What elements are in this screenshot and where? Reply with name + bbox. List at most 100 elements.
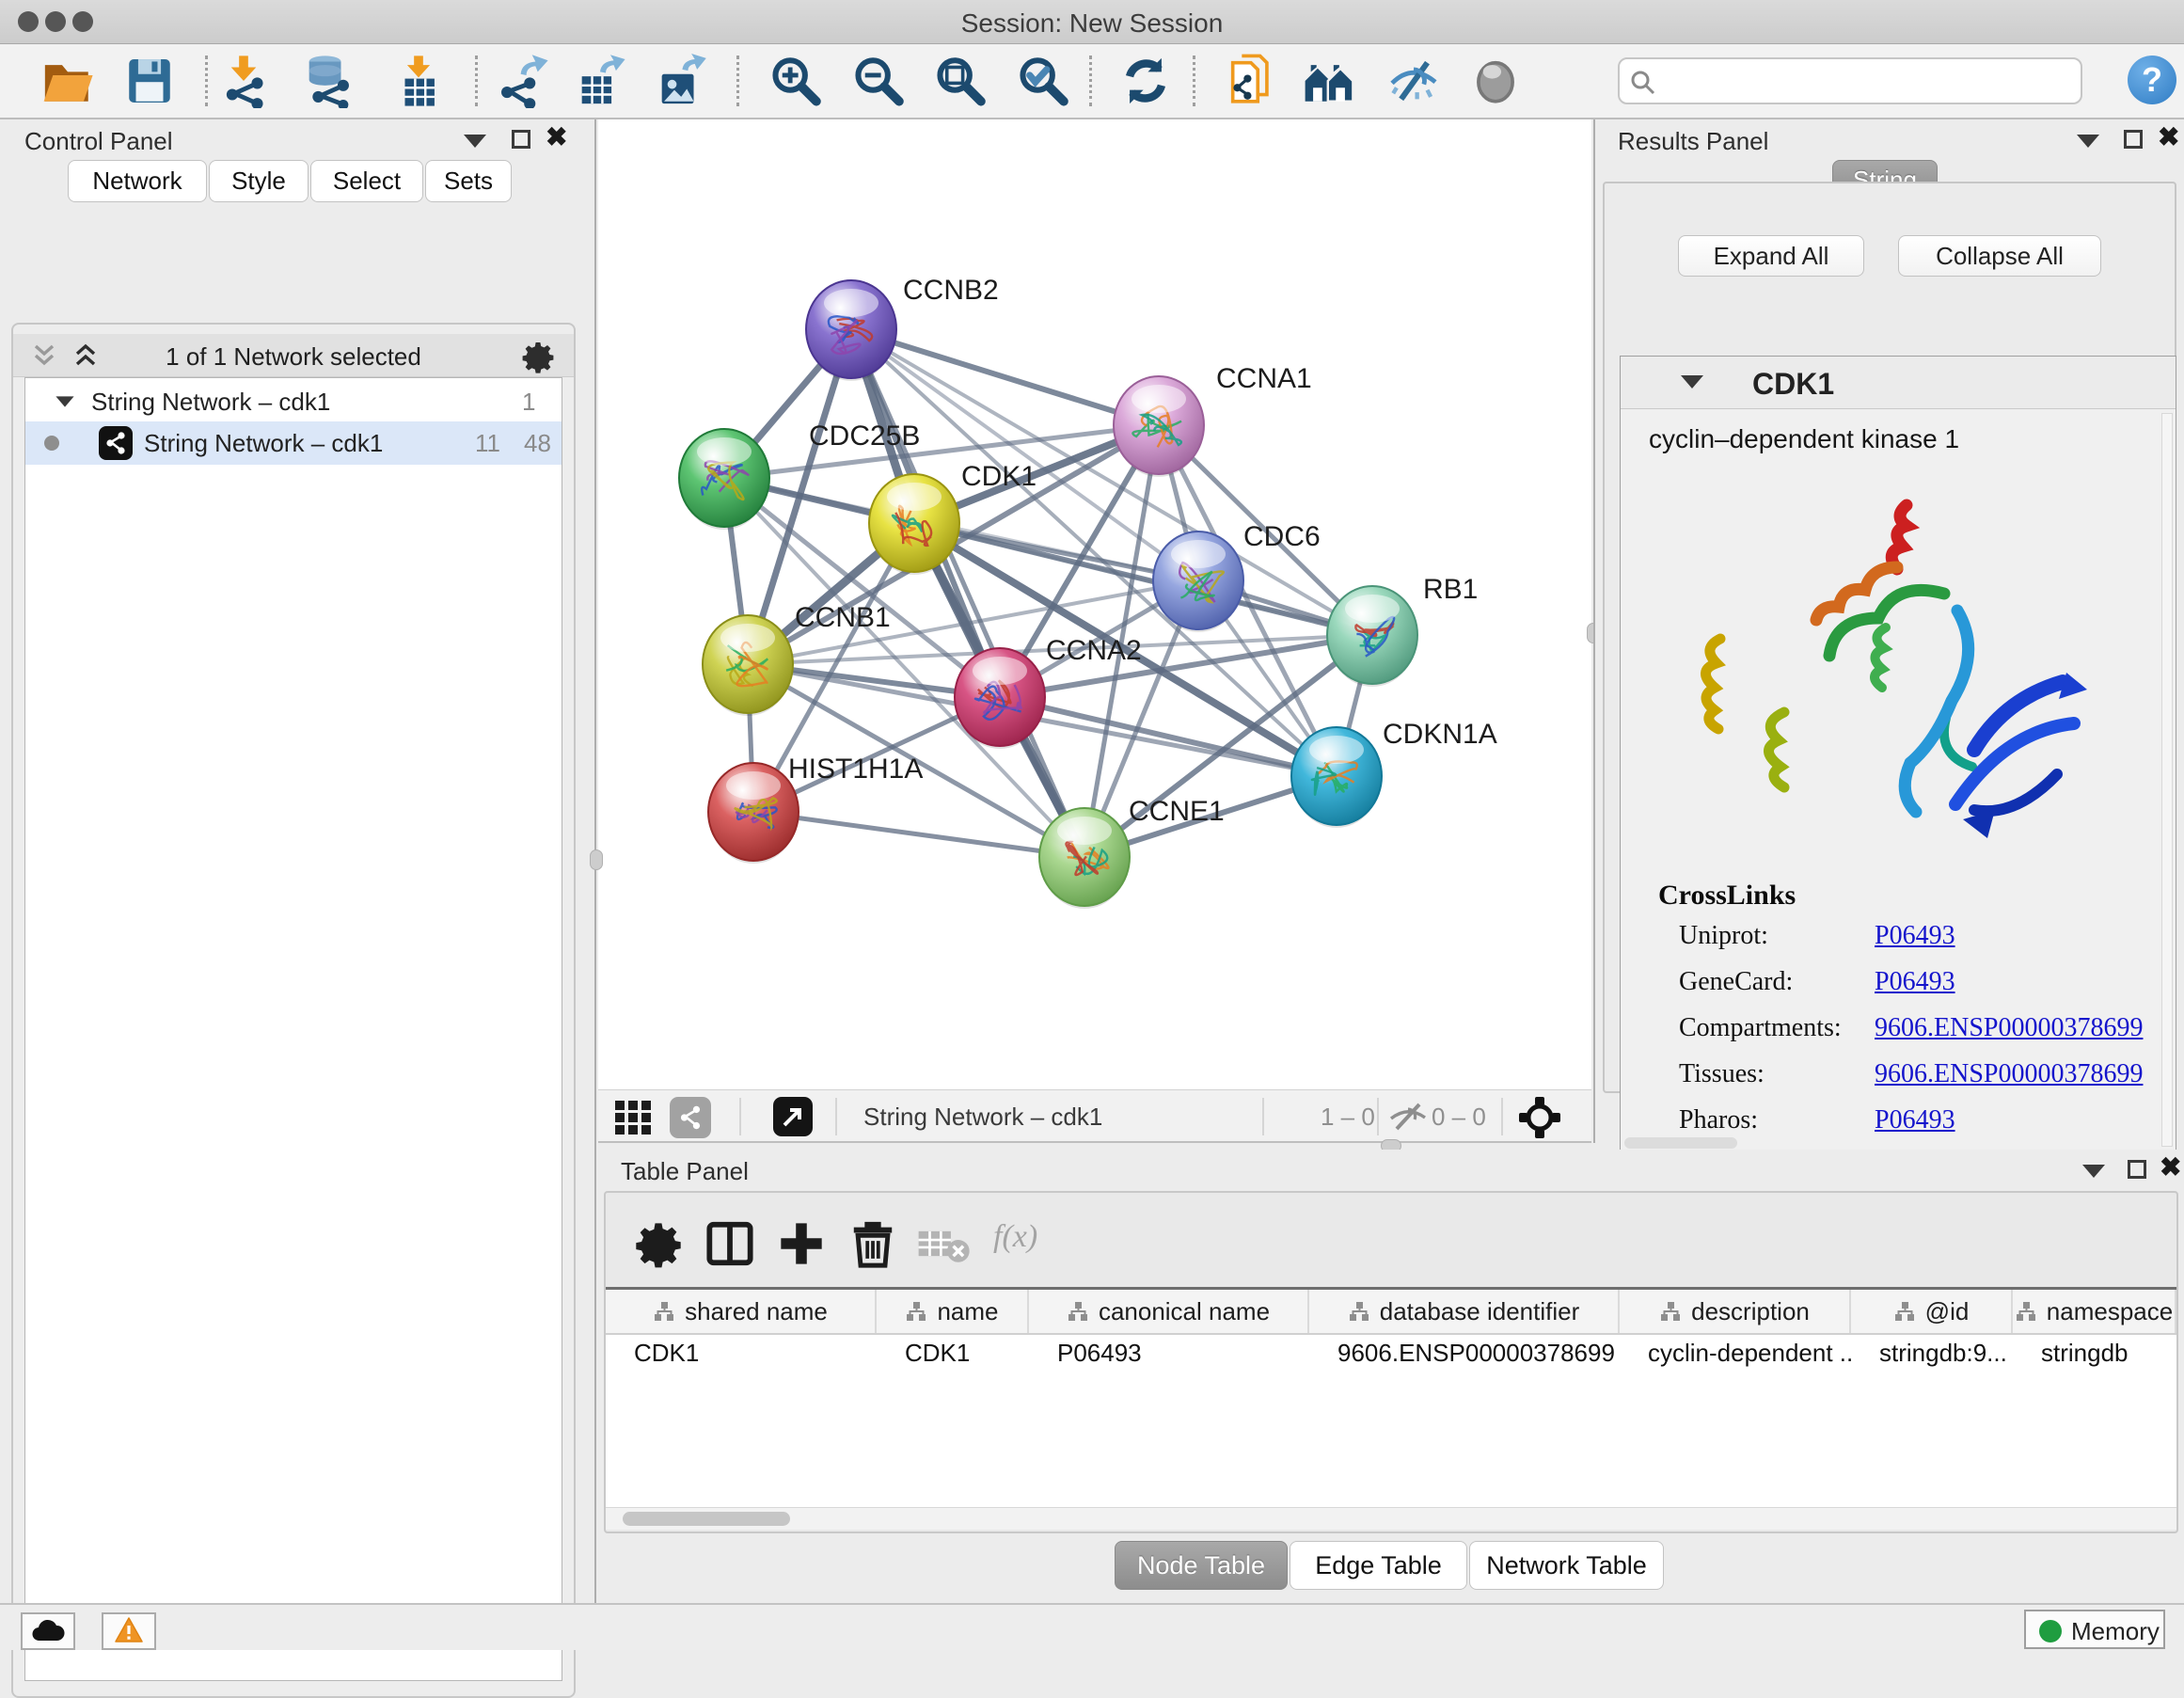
delete-column-icon[interactable] [848,1219,897,1268]
network-view-toolbar: String Network – cdk1 1 – 0 0 – 0 [598,1089,1591,1143]
string-home-icon[interactable] [1302,54,1356,108]
table-cell[interactable]: cyclin-dependent ... [1620,1335,1851,1371]
memory-button[interactable]: Memory [2024,1610,2165,1649]
show-graphics-details-icon[interactable] [1468,54,1523,108]
crosslink-link[interactable]: 9606.ENSP00000378699 [1875,1013,2143,1043]
network-node-cdkn1a[interactable] [1291,727,1382,828]
birdseye-navigator-icon[interactable] [1518,1096,1561,1139]
crosslink-link[interactable]: 9606.ENSP00000378699 [1875,1059,2143,1089]
network-node-hist1h1a[interactable] [708,763,799,864]
table-cell[interactable]: 9606.ENSP00000378699 [1309,1335,1620,1371]
crosslink-row: Uniprot:P06493 [1679,921,2149,951]
results-horizontal-scrollbar[interactable] [1624,1137,1737,1149]
table-scrollbar-thumb[interactable] [623,1512,790,1526]
section-expander-icon[interactable] [1681,375,1703,389]
crosslink-row: Pharos:P06493 [1679,1105,2149,1135]
panel-menu-icon[interactable] [2082,1165,2105,1178]
column-header-name[interactable]: name [877,1290,1029,1333]
create-column-icon[interactable] [777,1219,826,1268]
import-network-icon[interactable] [216,54,271,108]
network-node-cdk1[interactable] [869,474,959,575]
zoom-out-icon[interactable] [850,54,905,108]
tab-sets[interactable]: Sets [425,160,512,202]
crosslink-link[interactable]: P06493 [1875,921,1955,951]
network-node-ccne1[interactable] [1039,808,1130,909]
table-cell[interactable]: CDK1 [606,1335,877,1371]
zoom-in-icon[interactable] [768,54,822,108]
panel-close-icon[interactable]: ✖ [2160,1157,2181,1178]
network-node-cdc25b[interactable] [679,429,769,530]
export-network-icon[interactable] [496,54,550,108]
network-options-gear-icon[interactable] [521,340,555,373]
footer-separator [739,1098,741,1135]
help-icon[interactable]: ? [2128,56,2176,104]
search-input[interactable] [1665,63,2069,99]
tab-network-table[interactable]: Network Table [1469,1541,1664,1590]
panel-float-icon[interactable] [2128,1160,2146,1179]
tab-edge-table[interactable]: Edge Table [1290,1541,1467,1590]
share-view-icon[interactable] [670,1097,711,1138]
network-node-ccna2[interactable] [955,648,1045,749]
table-cell[interactable]: stringdb [2013,1335,2176,1371]
show-columns-icon[interactable] [705,1219,754,1268]
crosslink-link[interactable]: P06493 [1875,967,1955,997]
panel-menu-icon[interactable] [464,135,486,148]
string-import-icon[interactable] [1224,54,1278,108]
hide-glass-eye-icon[interactable] [1386,54,1441,108]
export-image-icon[interactable] [653,54,707,108]
import-table-icon[interactable] [391,54,446,108]
table-cell[interactable]: stringdb:9... [1851,1335,2013,1371]
column-header-namespace[interactable]: namespace [2013,1290,2176,1333]
toolbar-separator [205,56,208,106]
panel-float-icon[interactable] [512,130,530,149]
table-cell[interactable]: CDK1 [877,1335,1029,1371]
network-node-rb1[interactable] [1327,586,1417,687]
open-session-icon[interactable] [40,54,95,108]
crosslink-link[interactable]: P06493 [1875,1105,1955,1135]
network-node-ccnb2[interactable] [806,280,896,381]
save-session-icon[interactable] [122,54,177,108]
collapse-all-button[interactable]: Collapse All [1898,235,2101,277]
cloud-status-button[interactable] [21,1612,75,1650]
network-row-selected[interactable]: String Network – cdk1 11 48 [25,421,562,465]
network-node-cdc6[interactable] [1153,532,1243,632]
panel-close-icon[interactable]: ✖ [546,127,567,148]
tab-style[interactable]: Style [209,160,309,202]
table-horizontal-scrollbar[interactable] [606,1507,2176,1530]
zoom-fit-icon[interactable] [932,54,987,108]
column-header-description[interactable]: description [1620,1290,1851,1333]
table-options-gear-icon[interactable] [634,1219,683,1268]
search-field[interactable] [1618,57,2082,104]
network-collection-row[interactable]: String Network – cdk1 1 [25,380,562,423]
tree-expander-icon[interactable] [55,396,73,406]
vertical-splitter-handle[interactable] [590,849,603,870]
network-canvas[interactable]: CCNB2CCNA1CDC25BCDK1CDC6RB1CCNB1CCNA2CDK… [598,119,1591,1089]
refresh-view-icon[interactable] [1118,54,1173,108]
zoom-selected-icon[interactable] [1015,54,1069,108]
tab-node-table[interactable]: Node Table [1115,1541,1288,1590]
import-network-from-database-icon[interactable] [300,54,355,108]
network-node-ccna1[interactable] [1114,376,1204,477]
export-table-icon[interactable] [573,54,627,108]
column-header--id[interactable]: @id [1851,1290,2013,1333]
warnings-button[interactable] [102,1612,156,1650]
results-vertical-scrollbar[interactable] [2161,413,2173,1147]
panel-menu-icon[interactable] [2077,135,2099,148]
grid-view-icon[interactable] [613,1099,657,1136]
network-node-ccnb1[interactable] [703,615,793,716]
tab-network[interactable]: Network [68,160,207,202]
hidden-counts: 0 – 0 [1432,1103,1486,1132]
string-network-graph[interactable]: CCNB2CCNA1CDC25BCDK1CDC6RB1CCNB1CCNA2CDK… [598,119,1591,1089]
panel-float-icon[interactable] [2124,130,2143,149]
table-row[interactable]: CDK1CDK1P064939606.ENSP00000378699cyclin… [606,1335,2176,1371]
column-header-shared-name[interactable]: shared name [606,1290,877,1333]
tab-node-table-label: Node Table [1137,1551,1265,1579]
table-cell[interactable]: P06493 [1029,1335,1309,1371]
panel-close-icon[interactable]: ✖ [2158,127,2179,148]
open-in-window-icon[interactable] [773,1097,813,1136]
column-header-database-identifier[interactable]: database identifier [1309,1290,1620,1333]
column-header-canonical-name[interactable]: canonical name [1029,1290,1309,1333]
expand-all-button[interactable]: Expand All [1678,235,1864,277]
protein-section-header[interactable]: CDK1 [1621,357,2176,409]
tab-select[interactable]: Select [310,160,423,202]
